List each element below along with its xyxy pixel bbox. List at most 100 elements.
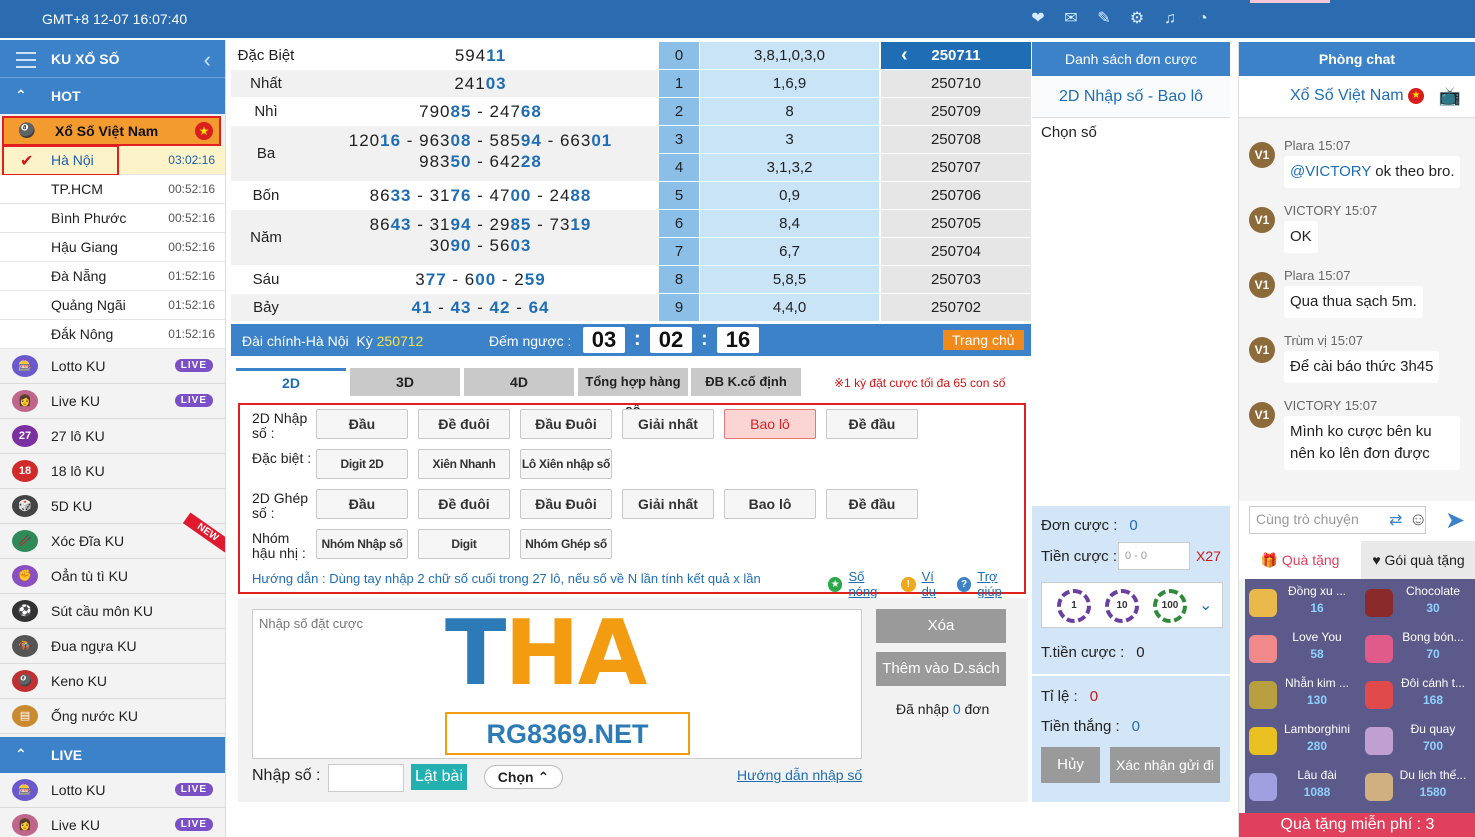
sidebar-city-item[interactable]: Bình Phước 00:52:16 [0, 204, 225, 233]
chevron-left-icon[interactable]: ‹ [901, 42, 908, 69]
gift-item[interactable]: Bong bón... 70 [1361, 627, 1475, 673]
bet-type-button[interactable]: Digit [418, 529, 510, 559]
bet-type-button[interactable]: Đề đuôi [418, 489, 510, 519]
choose-dropdown[interactable]: Chọn ⌃ [484, 765, 563, 789]
bet-type-button[interactable]: Đầu Đuôi [520, 489, 612, 519]
gift-item[interactable]: Chocolate 30 [1361, 581, 1475, 627]
gift-item[interactable]: Đồng xu ... 16 [1245, 581, 1361, 627]
period-item[interactable]: 250708 [881, 126, 1031, 153]
chip-10[interactable]: 10 [1105, 589, 1139, 623]
bet-type-button[interactable]: Nhóm Nhập số [316, 529, 408, 559]
sidebar-game-item[interactable]: ▤ Ống nước KU [0, 699, 225, 734]
gift-item[interactable]: Đôi cánh t... 168 [1361, 673, 1475, 719]
cancel-button[interactable]: Hủy [1041, 747, 1100, 783]
sidebar-game-item[interactable]: 👩 Live KU LIVE [0, 384, 225, 419]
mention-tag[interactable]: @VICTORY [1290, 163, 1371, 180]
gift-item[interactable]: Đu quay 700 [1361, 719, 1475, 765]
free-gift-bar[interactable]: Quà tặng miễn phí : 3 [1239, 813, 1475, 837]
chip-100[interactable]: 100 [1153, 589, 1187, 623]
sidebar-game-item[interactable]: 27 27 lô KU [0, 419, 225, 454]
mail-icon[interactable]: ✉ [1061, 9, 1081, 29]
sidebar-game-item[interactable]: 🎰 Lotto KU LIVE [0, 349, 225, 384]
period-item[interactable]: 250707 [881, 154, 1031, 181]
sidebar-game-item[interactable]: 18 18 lô KU [0, 454, 225, 489]
chip-1[interactable]: 1 [1057, 589, 1091, 623]
sidebar-game-item[interactable]: 🎰 Lotto KU LIVE [0, 773, 225, 808]
bet-type-button[interactable]: Xiên Nhanh [418, 449, 510, 479]
input-guide-link[interactable]: Hướng dẫn nhập số [737, 767, 862, 783]
send-icon[interactable]: ➤ [1445, 506, 1465, 535]
tab-2d[interactable]: 2D [236, 368, 346, 398]
period-item[interactable]: 250703 [881, 266, 1031, 293]
bet-type-button[interactable]: Giải nhất [622, 489, 714, 519]
period-item[interactable]: 250705 [881, 210, 1031, 237]
bet-type-button[interactable]: Giải nhất [622, 409, 714, 439]
bet-type-button[interactable]: Bao lô [724, 409, 816, 439]
sidebar-city-item[interactable]: Hậu Giang 00:52:16 [0, 233, 225, 262]
bet-type-button[interactable]: Đề đầu [826, 409, 918, 439]
collapse-chevron-icon[interactable]: ‹ [204, 47, 211, 73]
tab-4d[interactable]: 4D [464, 368, 574, 396]
tab-gift[interactable]: 🎁 Quà tặng [1239, 541, 1361, 579]
bet-type-button[interactable]: Digit 2D [316, 449, 408, 479]
sidebar-game-item[interactable]: 🥢 Xóc Đĩa KU NEW [0, 512, 225, 559]
gift-item[interactable]: Du lịch thế... 1580 [1361, 765, 1475, 811]
sidebar-city-item[interactable]: Quảng Ngãi 01:52:16 [0, 291, 225, 320]
section-live[interactable]: ⌃ LIVE [0, 737, 225, 773]
heart-icon[interactable]: ❤ [1028, 9, 1048, 29]
sidebar-city-item[interactable]: Đắk Nông 01:52:16 [0, 320, 225, 349]
sidebar-city-item[interactable]: ✔ Hà Nội 03:02:16 [0, 145, 225, 176]
bet-type-button[interactable]: Lô Xiên nhập số [520, 449, 612, 479]
bet-type-button[interactable]: Đề đuôi [418, 409, 510, 439]
period-item[interactable]: 250706 [881, 182, 1031, 209]
sidebar-city-item[interactable]: Đà Nẵng 01:52:16 [0, 262, 225, 291]
menu-icon[interactable] [16, 52, 36, 73]
sidebar-game-item[interactable]: 🎱 Keno KU [0, 664, 225, 699]
gear-icon[interactable]: ⚙ [1127, 9, 1147, 29]
gift-item[interactable]: Love You 58 [1245, 627, 1361, 673]
entered-count-value: 0 [952, 701, 961, 717]
period-item[interactable]: 250710 [881, 70, 1031, 97]
home-button[interactable]: Trang chủ [943, 330, 1024, 350]
chevron-down-icon[interactable]: ⌄ [1199, 595, 1212, 615]
swap-icon[interactable]: ⇄ [1389, 510, 1402, 530]
help-link[interactable]: Trợ giúp [977, 569, 1024, 599]
section-hot[interactable]: ⌃ HOT [0, 78, 225, 114]
bet-type-button[interactable]: Nhóm Ghép số [520, 529, 612, 559]
period-item[interactable]: 250709 [881, 98, 1031, 125]
flip-button[interactable]: Lật bài [411, 764, 467, 790]
sidebar-city-item[interactable]: TP.HCM 00:52:16 [0, 175, 225, 204]
bet-type-button[interactable]: Đầu [316, 409, 408, 439]
section-hot-label: HOT [51, 88, 81, 104]
hot-numbers-link[interactable]: Số nóng [848, 569, 895, 599]
tv-icon[interactable]: 📺 [1439, 76, 1461, 116]
sidebar-game-item[interactable]: 🏇 Đua ngựa KU [0, 629, 225, 664]
emoji-icon[interactable]: ☺ [1409, 509, 1427, 530]
gift-item[interactable]: Nhẫn kim ... 130 [1245, 673, 1361, 719]
sidebar-game-item[interactable]: ⚽ Sút cầu môn KU [0, 594, 225, 629]
tab-db-co-dinh[interactable]: ĐB K.cố định [691, 368, 801, 396]
tab-3d[interactable]: 3D [350, 368, 460, 396]
period-item[interactable]: 250704 [881, 238, 1031, 265]
tab-gift-pack[interactable]: ♥ Gói quà tặng [1361, 541, 1475, 579]
wifi-icon[interactable]: ◔ [1193, 9, 1213, 29]
tools-icon[interactable]: ✎ [1094, 9, 1114, 29]
bet-type-button[interactable]: Đầu Đuôi [520, 409, 612, 439]
gift-item[interactable]: Lâu đài 1088 [1245, 765, 1361, 811]
delete-button[interactable]: Xóa [876, 609, 1006, 643]
period-item[interactable]: 250702 [881, 294, 1031, 321]
sidebar-game-item[interactable]: ✊ Oẳn tù tì KU [0, 559, 225, 594]
tab-tong-hop[interactable]: Tổng hợp hàng số [578, 368, 688, 417]
example-link[interactable]: Ví dụ [922, 569, 951, 599]
add-to-list-button[interactable]: Thêm vào D.sách [876, 652, 1006, 686]
confirm-button[interactable]: Xác nhận gửi đi [1110, 747, 1220, 783]
bet-amount-input[interactable]: 0 - 0 [1118, 542, 1190, 570]
bet-type-button[interactable]: Bao lô [724, 489, 816, 519]
bet-type-button[interactable]: Đầu [316, 489, 408, 519]
gift-item[interactable]: Lamborghini 280 [1245, 719, 1361, 765]
volume-icon[interactable]: ♫ [1160, 9, 1180, 29]
bet-type-button[interactable]: Đề đầu [826, 489, 918, 519]
sidebar-item-xo-so-viet-nam[interactable]: 🎱 Xổ Số Việt Nam ★ [2, 116, 221, 146]
sidebar-game-item[interactable]: 👩 Live KU LIVE [0, 808, 225, 837]
number-input[interactable] [328, 764, 404, 792]
